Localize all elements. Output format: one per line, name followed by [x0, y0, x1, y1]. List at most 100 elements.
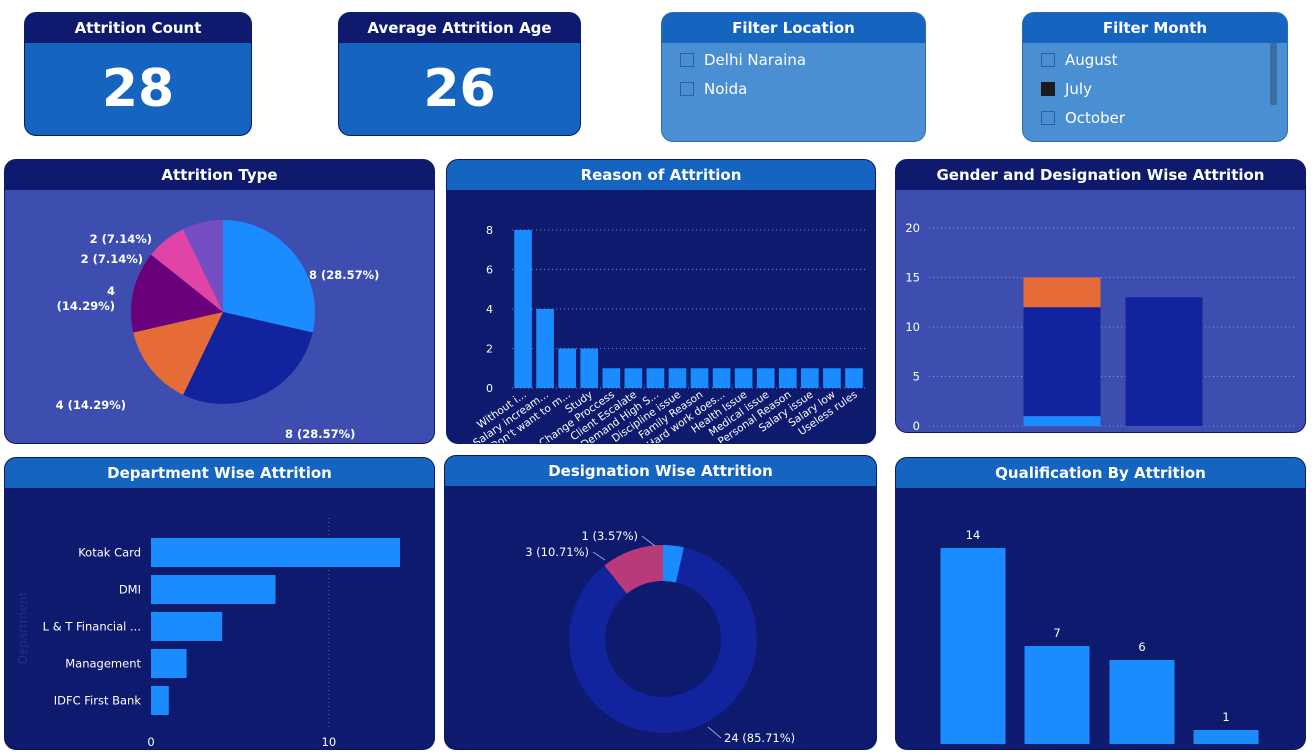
reason-bar-chart: 02468Without i...Salary incream...Don't …: [471, 224, 865, 443]
bar: [558, 348, 576, 388]
y-tick-label: 0: [913, 419, 920, 433]
pie-data-label: 4 (14.29%): [57, 284, 115, 313]
y-axis-title: Department: [16, 591, 30, 664]
reason-card: Reason of Attrition 0 2 4 6 8 Without i... Sal…: [446, 159, 876, 444]
y-tick-label: 4: [486, 303, 493, 316]
average-age-value: 26: [423, 59, 496, 119]
stacked-bar-segment: [1023, 307, 1101, 417]
qualification-bar-chart: 14Intermediate7Graduate6High School1PGDB…: [940, 528, 1259, 744]
filter-month-label: August: [1065, 50, 1118, 69]
filter-month-card: Filter Month August July October: [1022, 12, 1288, 142]
x-tick-label: Male: [1048, 431, 1075, 433]
leader-line: [641, 535, 656, 547]
pie-data-label: 2 (7.14%): [81, 252, 143, 266]
bar: [151, 612, 223, 641]
x-tick-label: Female: [1143, 431, 1185, 433]
bar: [646, 368, 665, 388]
attrition-type-card: Attrition Type 8 (28.57%) 8 (28.57%) 4 (14…: [4, 159, 435, 444]
pie-data-label: 4 (14.29%): [56, 398, 126, 412]
filter-location-label: Delhi Naraina: [704, 50, 807, 69]
y-tick-label: Management: [65, 657, 141, 671]
filter-month-item[interactable]: July: [1023, 74, 1287, 103]
qualification-title: Qualification By Attrition: [896, 458, 1305, 488]
checkbox-icon[interactable]: [680, 52, 694, 67]
filter-location-item[interactable]: Noida: [662, 74, 925, 103]
bar: [536, 309, 554, 388]
designation-title: Designation Wise Attrition: [445, 456, 876, 486]
bar: [624, 368, 643, 388]
checkbox-icon[interactable]: [1041, 110, 1055, 125]
y-tick-label: 10: [905, 320, 920, 334]
filter-month-title: Filter Month: [1023, 13, 1287, 43]
data-label: 6: [1138, 640, 1145, 654]
y-tick-label: IDFC First Bank: [54, 694, 142, 708]
checkbox-icon[interactable]: [1041, 52, 1055, 67]
bar: [801, 368, 819, 388]
filter-month-label: July: [1065, 79, 1092, 98]
department-card: Department Wise Attrition 0 10 Kotak Card D…: [4, 457, 435, 750]
donut-data-label: 1 (3.57%): [582, 529, 638, 543]
reason-title: Reason of Attrition: [447, 160, 875, 190]
bar: [690, 368, 709, 388]
filter-location-label: Noida: [704, 79, 748, 98]
attrition-count-card: Attrition Count 28: [24, 12, 252, 136]
bar: [151, 686, 169, 715]
designation-donut-chart: 24 (85.71%) 3 (10.71%) 1 (3.57%): [525, 529, 795, 745]
bar: [845, 368, 863, 388]
bar: [756, 368, 775, 388]
x-tick-label: 0: [147, 735, 154, 749]
filter-month-label: October: [1065, 108, 1126, 127]
checkbox-icon[interactable]: [1041, 81, 1055, 96]
bar: [778, 368, 797, 388]
qualification-card: Qualification By Attrition 14Intermediat…: [895, 457, 1306, 750]
y-tick-label: Kotak Card: [78, 546, 141, 560]
y-tick-label: 20: [905, 221, 920, 235]
y-tick-label: 15: [905, 271, 920, 285]
x-tick-label: 10: [322, 735, 337, 749]
department-bar-chart: 0 10 Kotak Card DMI L & T Financial ... Manag…: [16, 518, 400, 749]
gender-designation-title: Gender and Designation Wise Attrition: [896, 160, 1305, 190]
filter-location-card: Filter Location Delhi Naraina Noida: [661, 12, 926, 142]
stacked-bar-segment: [1125, 297, 1203, 426]
checkbox-icon[interactable]: [680, 81, 694, 96]
y-tick-label: 8: [486, 224, 493, 237]
pie-data-label: 2 (7.14%): [90, 232, 152, 246]
bar: [734, 368, 753, 388]
data-label: 14: [966, 528, 981, 542]
stacked-bar-segment: [1023, 277, 1101, 308]
bar: [602, 368, 621, 388]
bar: [712, 368, 731, 388]
filter-location-title: Filter Location: [662, 13, 925, 43]
y-tick-label: 6: [486, 264, 493, 277]
pie-data-label: 8 (28.57%): [309, 268, 379, 282]
data-label: 1: [1222, 710, 1229, 724]
y-tick-label: L & T Financial ...: [43, 620, 141, 634]
department-title: Department Wise Attrition: [5, 458, 434, 488]
filter-month-item[interactable]: August: [1023, 45, 1287, 74]
bar: [151, 538, 400, 567]
average-age-title: Average Attrition Age: [339, 13, 580, 43]
attrition-type-title: Attrition Type: [5, 160, 434, 190]
y-tick-label: 0: [486, 382, 493, 395]
filter-month-item[interactable]: October: [1023, 103, 1287, 132]
donut-data-label: 3 (10.71%): [525, 545, 589, 559]
designation-card: Designation Wise Attrition 24 (85.71%) 3 …: [444, 455, 877, 750]
bar: [1193, 730, 1259, 744]
attrition-count-value: 28: [101, 59, 175, 119]
bar: [668, 368, 687, 388]
stacked-bar-segment: [1023, 416, 1101, 426]
filter-month-scrollbar[interactable]: [1270, 43, 1277, 105]
attrition-count-title: Attrition Count: [25, 13, 251, 43]
bar: [580, 348, 599, 388]
bar: [151, 649, 187, 678]
gender-designation-bar-chart: 0 5 10 15 20 Male Female: [905, 221, 1296, 433]
data-label: 7: [1053, 626, 1060, 640]
filter-location-item[interactable]: Delhi Naraina: [662, 45, 925, 74]
y-tick-label: 5: [913, 370, 920, 384]
leader-line: [707, 726, 722, 739]
bar: [940, 548, 1006, 744]
gender-designation-card: Gender and Designation Wise Attrition 0 5…: [895, 159, 1306, 433]
average-age-card: Average Attrition Age 26: [338, 12, 581, 136]
bar: [151, 575, 276, 604]
bar: [823, 368, 841, 388]
